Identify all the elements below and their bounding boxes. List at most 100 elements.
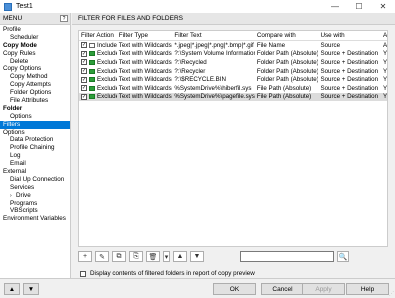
- filter-row[interactable]: ✓ ExcludeText with Wildcards?:\Recycler Fo…: [79, 67, 387, 76]
- minimize-button[interactable]: —: [323, 0, 347, 13]
- filter-grid: Filter Action Filter Type Filter Text Co…: [78, 30, 388, 247]
- menu-item-label: Filters: [3, 120, 21, 128]
- column-header-type[interactable]: Filter Type: [117, 32, 173, 39]
- filter-search-input[interactable]: [240, 251, 334, 262]
- cancel-button[interactable]: Cancel: [261, 283, 304, 295]
- menu-item-label: Copy Method: [10, 73, 48, 81]
- profile-up-button[interactable]: ▲: [4, 283, 20, 295]
- menu-panel: MENU ? Profile Scheduler Copy Mode Copy Rul…: [0, 13, 71, 278]
- use-with-cell: Source + Destination: [320, 93, 379, 101]
- menu-item-dial-up-connection[interactable]: Dial Up Connection: [0, 176, 70, 184]
- compare-with-cell: Folder Path (Absolute): [256, 67, 319, 75]
- menu-item-data-protection[interactable]: Data Protection: [0, 136, 70, 144]
- use-with-cell: Source + Destination: [320, 50, 379, 58]
- menu-item-vbscripts[interactable]: VBScripts: [0, 207, 70, 215]
- filter-panel: FILTER FOR FILES AND FOLDERS Filter Acti…: [72, 13, 395, 278]
- menu-item-label: Copy Mode: [3, 41, 37, 49]
- menu-item-log[interactable]: Log: [0, 152, 70, 160]
- exclude-icon: [89, 94, 95, 100]
- menu-item-label: Drive: [16, 191, 31, 199]
- include-icon: [89, 42, 95, 48]
- exclude-icon: [89, 59, 95, 65]
- filter-enabled-checkbox[interactable]: ✓: [81, 50, 87, 57]
- menu-item-folder-options[interactable]: Folder Options: [0, 89, 70, 97]
- menu-item-label: Copy Attempts: [10, 81, 51, 89]
- display-contents-checkbox[interactable]: [80, 270, 86, 277]
- filter-enabled-checkbox[interactable]: ✓: [81, 59, 87, 66]
- use-with-cell: Source + Destination: [320, 58, 379, 66]
- filter-row[interactable]: ✓ ExcludeText with Wildcards%SystemDrive%…: [79, 92, 387, 102]
- menu-item-copy-rules[interactable]: Copy Rules: [0, 50, 70, 58]
- filter-text-cell: ?:\System Volume Information: [174, 50, 255, 58]
- move-down-button[interactable]: ▼: [190, 251, 204, 262]
- move-up-button[interactable]: ▲: [173, 251, 187, 262]
- menu-item-label: Copy Rules: [3, 49, 36, 57]
- menu-item-environment-variables[interactable]: Environment Variables: [0, 215, 70, 223]
- apply-button[interactable]: Apply: [302, 283, 345, 295]
- menu-item-folder[interactable]: Folder: [0, 105, 70, 113]
- profile-down-button[interactable]: ▼: [23, 283, 39, 295]
- menu-item-external[interactable]: External: [0, 168, 70, 176]
- menu-item-copy-options[interactable]: Copy Options: [0, 65, 70, 73]
- filter-type-cell: Text with Wildcards: [118, 93, 172, 101]
- filter-enabled-checkbox[interactable]: ✓: [81, 85, 87, 92]
- menu-item-profile-chaining[interactable]: Profile Chaining: [0, 144, 70, 152]
- menu-item-copy-attempts[interactable]: Copy Attempts: [0, 81, 70, 89]
- menu-item-label: Copy Options: [3, 65, 42, 73]
- menu-item-options[interactable]: Options: [0, 129, 70, 137]
- menu-item-label: Dial Up Connection: [10, 175, 65, 183]
- menu-item-delete[interactable]: Delete: [0, 58, 70, 66]
- search-icon[interactable]: 🔍: [337, 251, 349, 262]
- column-header-more[interactable]: A: [381, 32, 387, 39]
- filter-row[interactable]: ✓ ExcludeText with Wildcards?:\$RECYCLE.B…: [79, 75, 387, 84]
- menu-item-programs[interactable]: Programs: [0, 200, 70, 208]
- help-icon[interactable]: ?: [60, 15, 68, 22]
- filter-action-cell: ✓ Include: [79, 42, 117, 49]
- close-button[interactable]: ✕: [371, 0, 395, 13]
- menu-item-scheduler[interactable]: Scheduler: [0, 34, 70, 42]
- column-header-text[interactable]: Filter Text: [172, 32, 254, 39]
- menu-item-profile[interactable]: Profile: [0, 26, 70, 34]
- filter-text-cell: ?:\Recycled: [174, 58, 207, 66]
- menu-item-email[interactable]: Email: [0, 160, 70, 168]
- menu-item-services[interactable]: Services: [0, 184, 70, 192]
- menu-item-copy-mode[interactable]: Copy Mode: [0, 42, 70, 50]
- filter-enabled-checkbox[interactable]: ✓: [81, 42, 87, 49]
- filter-text-cell: %SystemDrive%\pagefile.sys: [174, 93, 255, 101]
- compare-with-cell: Folder Path (Absolute): [256, 58, 319, 66]
- duplicate-filter-button[interactable]: ⧉: [112, 251, 126, 262]
- filter-row[interactable]: ✓ ExcludeText with Wildcards?:\System Vol…: [79, 50, 387, 59]
- menu-item-copy-method[interactable]: Copy Method: [0, 73, 70, 81]
- maximize-button[interactable]: ☐: [347, 0, 371, 13]
- menu-item-file-attributes[interactable]: File Attributes: [0, 97, 70, 105]
- filter-row[interactable]: ✓ ExcludeText with Wildcards?:\Recycled Fo…: [79, 58, 387, 67]
- filter-row[interactable]: ✓ ExcludeText with Wildcards%SystemDrive%…: [79, 84, 387, 93]
- delete-dropdown-button[interactable]: ▾: [163, 251, 170, 262]
- copy-filter-button[interactable]: ⎘: [129, 251, 143, 262]
- help-button[interactable]: Help: [346, 283, 389, 295]
- column-header-use[interactable]: Use with: [318, 32, 381, 39]
- menu-item-label: Options: [3, 128, 25, 136]
- display-contents-label: Display contents of filtered folders in …: [90, 270, 255, 277]
- column-header-compare[interactable]: Compare with: [255, 32, 319, 39]
- display-contents-option[interactable]: Display contents of filtered folders in …: [80, 270, 255, 277]
- exclude-icon: [89, 77, 95, 83]
- filter-action-text: Exclude: [97, 58, 117, 66]
- resize-grip-icon[interactable]: ⋰: [389, 291, 394, 297]
- filter-row[interactable]: ✓ Include Text with Wildcards *.jpeg|*.jpeg…: [79, 41, 387, 50]
- menu-item-drive[interactable]: › Drive: [0, 192, 70, 200]
- menu-item-filters[interactable]: Filters: [0, 120, 70, 129]
- more-cell: Y: [383, 50, 387, 58]
- menu-item-label: Profile: [3, 26, 21, 33]
- filter-enabled-checkbox[interactable]: ✓: [81, 68, 87, 75]
- filter-enabled-checkbox[interactable]: ✓: [81, 93, 87, 100]
- ok-button[interactable]: OK: [213, 283, 256, 295]
- filter-enabled-checkbox[interactable]: ✓: [81, 76, 87, 83]
- use-with-cell: Source + Destination: [320, 67, 379, 75]
- menu-item-options[interactable]: Options: [0, 113, 70, 121]
- add-filter-button[interactable]: +: [78, 251, 92, 262]
- compare-with-cell: Folder Path (Absolute): [256, 50, 319, 58]
- delete-filter-button[interactable]: 🗑: [146, 251, 160, 262]
- edit-filter-button[interactable]: ✎: [95, 251, 109, 262]
- column-header-action[interactable]: Filter Action: [79, 32, 117, 39]
